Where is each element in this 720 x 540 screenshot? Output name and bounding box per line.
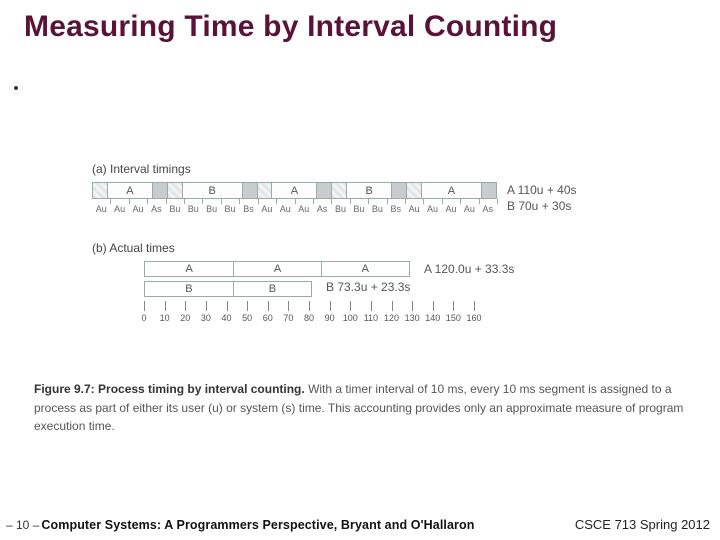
interval-tick-label: Bu [353, 204, 364, 214]
axis-tick-label: 150 [446, 313, 461, 323]
caption-lead: Figure 9.7: Process timing by interval c… [34, 382, 305, 396]
timeline-seg [258, 183, 273, 198]
interval-tick-label: As [151, 204, 162, 214]
axis-tick-label: 20 [180, 313, 190, 323]
interval-tick-label: Bu [335, 204, 346, 214]
interval-tick-label: Au [298, 204, 309, 214]
actual-seg: A [145, 262, 234, 276]
axis-tick-label: 80 [304, 313, 314, 323]
interval-tick-label: Au [133, 204, 144, 214]
interval-tick-label: Bu [372, 204, 383, 214]
interval-timeline: ABABA [92, 182, 497, 199]
interval-tick-label: Bu [188, 204, 199, 214]
interval-tick-label: Bu [206, 204, 217, 214]
interval-tick-label: Bu [225, 204, 236, 214]
axis-tick-label: 100 [343, 313, 358, 323]
figure-9-7: (a) Interval timings ABABA AuAuAuAsBuBuB… [92, 162, 652, 331]
interval-tick-label: Au [280, 204, 291, 214]
timeline-seg [407, 183, 422, 198]
slide-footer: – 10 – Computer Systems: A Programmers P… [0, 517, 720, 532]
axis-tick-label: 90 [325, 313, 335, 323]
interval-tick-label: Au [409, 204, 420, 214]
interval-tick-label: As [317, 204, 328, 214]
timeline-seg: A [422, 183, 482, 198]
interval-tick-label: Au [261, 204, 272, 214]
footer-course: CSCE 713 Spring 2012 [575, 517, 710, 532]
timeline-seg [392, 183, 407, 198]
axis-tick-label: 40 [221, 313, 231, 323]
axis-tick-label: 140 [425, 313, 440, 323]
interval-tick-label: Bs [390, 204, 401, 214]
axis-tick-label: 120 [384, 313, 399, 323]
axis-tick-label: 130 [405, 313, 420, 323]
axis-tick-label: 160 [466, 313, 481, 323]
timeline-seg: A [272, 183, 317, 198]
interval-tick-label: Bs [243, 204, 254, 214]
readout-b-line: B 70u + 30s [507, 198, 577, 214]
timeline-seg [153, 183, 168, 198]
slide-title: Measuring Time by Interval Counting [24, 10, 557, 44]
bullet-marker [14, 86, 18, 90]
figure-caption: Figure 9.7: Process timing by interval c… [34, 380, 686, 436]
timeline-seg: B [183, 183, 243, 198]
section-a-heading: (a) Interval timings [92, 162, 652, 176]
readout-a-line: A 110u + 40s [507, 182, 577, 198]
axis-tick-label: 60 [263, 313, 273, 323]
page-number: – 10 – [6, 518, 39, 532]
section-b-heading: (b) Actual times [92, 241, 652, 255]
interval-tick-label: Bu [169, 204, 180, 214]
interval-tick-label: As [483, 204, 494, 214]
axis-tick-label: 50 [242, 313, 252, 323]
axis-tick-label: 110 [364, 313, 378, 323]
footer-citation: Computer Systems: A Programmers Perspect… [41, 518, 474, 532]
interval-tick-label: Au [114, 204, 125, 214]
axis-b: 0102030405060708090100110120130140150160 [144, 301, 474, 331]
actual-seg: B [145, 282, 234, 296]
actual-bar-a-row: AAA A 120.0u + 33.3s [92, 261, 652, 277]
actual-bar-b-row: BB B 73.3u + 23.3s [92, 277, 652, 297]
timeline-seg [243, 183, 258, 198]
actual-seg: A [322, 262, 409, 276]
axis-tick-label: 0 [141, 313, 146, 323]
interval-tick-labels: Au Au Au As Bu Bu Bu Bu Bs Au Au Au As Bu Bu Bu Bs Au Au Au… [92, 199, 497, 219]
timeline-seg [332, 183, 347, 198]
timeline-seg: A [108, 183, 153, 198]
section-a-row: A B A B A Au Au Au As Bu Bu Bu Bu Bs Au Au Au As Bu Bu Bu Bs… [92, 182, 652, 219]
timeline-seg: B [347, 183, 392, 198]
actual-bar-b: BB [144, 281, 312, 297]
axis-tick-label: 70 [283, 313, 293, 323]
section-a-readout: A 110u + 40s B 70u + 30s [507, 182, 577, 214]
interval-tick-label: Au [96, 204, 107, 214]
actual-a-readout: A 120.0u + 33.3s [424, 262, 514, 276]
actual-bar-a: AAA [144, 261, 410, 277]
interval-tick-label: Au [445, 204, 456, 214]
interval-tick-label: Au [427, 204, 438, 214]
timeline-seg [317, 183, 332, 198]
axis-tick-label: 10 [160, 313, 170, 323]
timeline-seg [93, 183, 108, 198]
actual-seg: B [234, 282, 311, 296]
axis-tick-label: 30 [201, 313, 211, 323]
timeline-seg [168, 183, 183, 198]
actual-b-readout: B 73.3u + 23.3s [326, 280, 410, 294]
actual-seg: A [234, 262, 321, 276]
section-b: (b) Actual times AAA A 120.0u + 33.3s BB… [92, 241, 652, 331]
timeline-seg [482, 183, 497, 198]
interval-tick-label: Au [464, 204, 475, 214]
